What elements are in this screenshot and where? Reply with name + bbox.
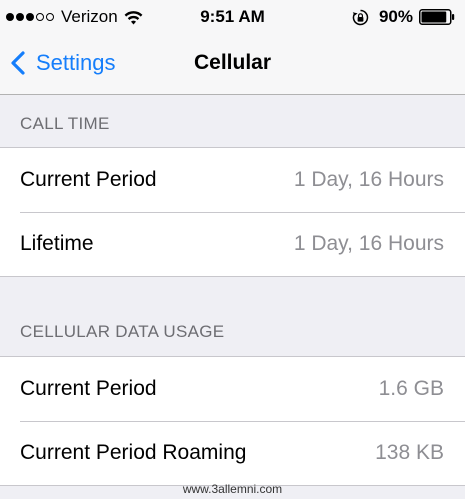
- page-title: Cellular: [193, 51, 272, 74]
- battery-percent: 90%: [378, 7, 413, 26]
- row-label: Current Period: [20, 377, 157, 400]
- row-label: Current Period: [20, 168, 157, 191]
- status-bar: Verizon 9:51 AM 90%: [0, 0, 465, 34]
- row-value: 1 Day, 16 Hours: [293, 168, 444, 191]
- status-right: 90%: [352, 6, 455, 28]
- call-time-group: Current Period 1 Day, 16 Hours Lifetime …: [0, 147, 465, 277]
- section-header-cellular-data-usage: CELLULAR DATA USAGE: [20, 322, 225, 341]
- navigation-bar: Settings Cellular: [0, 34, 465, 95]
- table-row: Current Period Roaming 138 KB: [0, 421, 465, 485]
- watermark: www.3allemni.com: [182, 482, 283, 496]
- row-value: 138 KB: [375, 441, 444, 464]
- cellular-data-usage-group: Current Period 1.6 GB Current Period Roa…: [0, 356, 465, 486]
- row-label: Lifetime: [20, 232, 94, 255]
- battery-fill: [421, 11, 447, 23]
- table-row: Current Period 1 Day, 16 Hours: [0, 148, 465, 212]
- row-value: 1.6 GB: [378, 377, 444, 400]
- row-value: 1 Day, 16 Hours: [293, 232, 444, 255]
- battery-icon: [419, 9, 455, 25]
- rotation-lock-icon: [352, 9, 369, 25]
- section-header-call-time: CALL TIME: [20, 114, 110, 133]
- table-row: Lifetime 1 Day, 16 Hours: [0, 212, 465, 276]
- table-row: Current Period 1.6 GB: [0, 357, 465, 421]
- row-label: Current Period Roaming: [20, 441, 247, 464]
